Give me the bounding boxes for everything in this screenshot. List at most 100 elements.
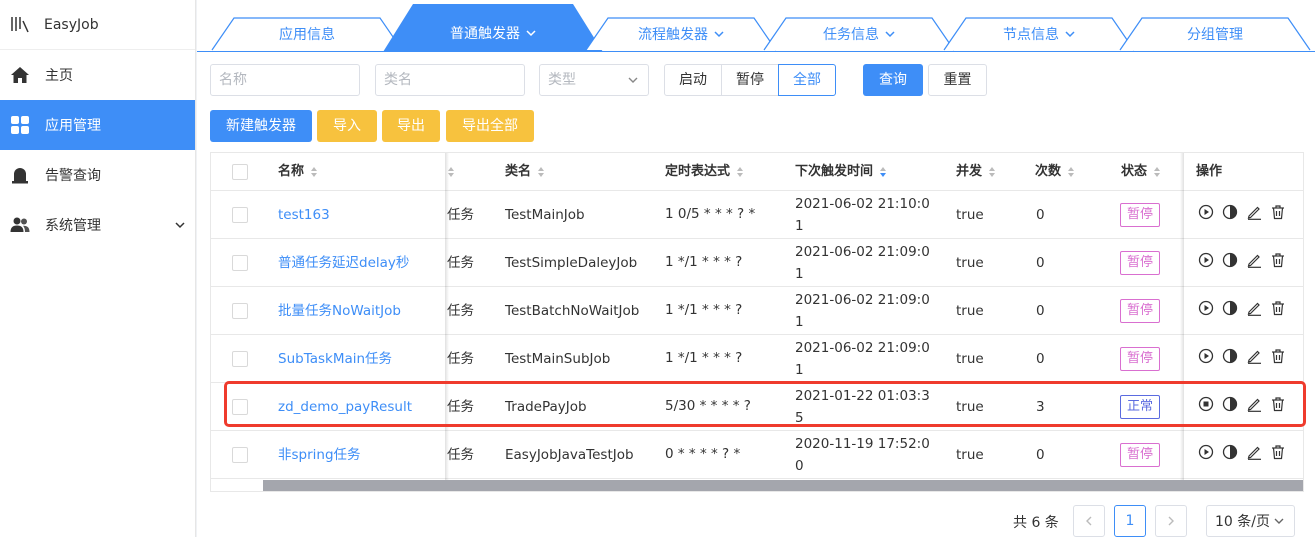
page-1-button[interactable]: 1 [1114, 505, 1146, 537]
tab-normal-trigger[interactable]: 普通触发器 [383, 4, 603, 52]
delete-icon[interactable] [1270, 252, 1286, 275]
status-start-button[interactable]: 启动 [664, 64, 722, 96]
next-trigger-cell: 2021-06-02 21:09:01 [795, 292, 930, 330]
play-icon[interactable] [1198, 300, 1214, 323]
horizontal-scrollbar[interactable] [263, 480, 1303, 491]
cron-cell: 1 */1 * * * ? [665, 350, 743, 366]
trigger-type-cell: 任务 [447, 447, 474, 463]
users-icon [10, 215, 30, 235]
row-checkbox[interactable] [232, 303, 248, 319]
sidebar-item-home[interactable]: 主页 [0, 50, 195, 100]
trigger-type-cell: 任务 [447, 303, 474, 319]
class-filter-input[interactable]: 类名 [375, 64, 525, 96]
row-checkbox[interactable] [232, 207, 248, 223]
tab-flow-trigger[interactable]: 流程触发器 [585, 17, 777, 51]
tab-group-management[interactable]: 分组管理 [1119, 17, 1311, 51]
run-once-icon[interactable] [1222, 348, 1238, 371]
cron-cell: 0 * * * * ? * [665, 446, 741, 462]
import-button[interactable]: 导入 [317, 110, 377, 142]
trigger-name-link[interactable]: test163 [278, 191, 438, 239]
app-title: EasyJob [44, 16, 99, 33]
run-once-icon[interactable] [1222, 204, 1238, 227]
play-icon[interactable] [1198, 204, 1214, 227]
delete-icon[interactable] [1270, 348, 1286, 371]
tab-app-info[interactable]: 应用信息 [211, 17, 403, 51]
chevron-down-icon [885, 29, 895, 39]
sidebar-item-system-management[interactable]: 系统管理 [0, 200, 195, 250]
run-once-icon[interactable] [1222, 300, 1238, 323]
grid-icon [10, 115, 30, 135]
app-logo[interactable]: EasyJob [0, 0, 195, 50]
edit-icon[interactable] [1246, 444, 1262, 467]
play-icon[interactable] [1198, 252, 1214, 275]
type-select[interactable]: 类型 [539, 64, 649, 96]
edit-icon[interactable] [1246, 204, 1262, 227]
row-checkbox[interactable] [232, 255, 248, 271]
page-size-select[interactable]: 10 条/页 [1206, 505, 1295, 537]
status-all-button[interactable]: 全部 [778, 64, 836, 96]
column-header-concurrent[interactable]: 并发 [956, 153, 996, 191]
count-cell: 0 [1036, 351, 1045, 367]
row-checkbox[interactable] [232, 447, 248, 463]
export-button[interactable]: 导出 [382, 110, 440, 142]
chevron-down-icon [526, 28, 536, 38]
tab-bar: 应用信息 普通触发器 流程触发器 任务信息 节点信息 分组管理 [197, 0, 1315, 52]
table-row: 非spring任务 任务 EasyJobJavaTestJob 0 * * * * ?… [211, 431, 1303, 479]
concurrent-cell: true [956, 351, 984, 367]
play-icon[interactable] [1198, 348, 1214, 371]
status-pause-button[interactable]: 暂停 [721, 64, 779, 96]
trigger-name-link[interactable]: 非spring任务 [278, 431, 438, 479]
column-header-count[interactable]: 次数 [1035, 153, 1075, 191]
highlighted-row-outline [224, 381, 1306, 427]
edit-icon[interactable] [1246, 252, 1262, 275]
next-page-button[interactable] [1155, 505, 1187, 537]
table-row: 批量任务NoWaitJob 任务 TestBatchNoWaitJob 1 */1 *… [211, 287, 1303, 335]
tab-task-info[interactable]: 任务信息 [763, 17, 955, 51]
prev-page-button[interactable] [1073, 505, 1105, 537]
chevron-right-icon [1168, 516, 1174, 526]
table-header: 名称 类名 定时表达式 下次触发时间 并发 次数 状态 操作 [211, 153, 1303, 191]
new-trigger-button[interactable]: 新建触发器 [210, 110, 312, 142]
class-name-cell: TestMainSubJob [505, 351, 611, 367]
tab-node-info[interactable]: 节点信息 [943, 17, 1135, 51]
next-trigger-cell: 2020-11-19 17:52:00 [795, 436, 930, 474]
count-cell: 0 [1036, 207, 1045, 223]
column-header-status[interactable]: 状态 [1121, 153, 1161, 191]
column-header-name[interactable]: 名称 [278, 153, 318, 191]
export-all-button[interactable]: 导出全部 [446, 110, 534, 142]
sort-icon [311, 166, 318, 177]
sidebar-item-alarm-query[interactable]: 告警查询 [0, 150, 195, 200]
cron-cell: 1 0/5 * * * ? * [665, 206, 756, 222]
trigger-name-link[interactable]: 普通任务延迟delay秒 [278, 239, 438, 287]
delete-icon[interactable] [1270, 204, 1286, 227]
delete-icon[interactable] [1270, 300, 1286, 323]
column-header-next-trigger[interactable]: 下次触发时间 [795, 153, 887, 191]
count-cell: 0 [1036, 447, 1045, 463]
trigger-name-link[interactable]: 批量任务NoWaitJob [278, 287, 438, 335]
sidebar-item-label: 告警查询 [45, 168, 101, 184]
sort-icon [1154, 166, 1161, 177]
edit-icon[interactable] [1246, 348, 1262, 371]
column-header-class[interactable]: 类名 [505, 153, 545, 191]
query-button[interactable]: 查询 [863, 64, 923, 96]
sort-icon [989, 166, 996, 177]
next-trigger-cell: 2021-06-02 21:09:01 [795, 340, 930, 378]
trigger-name-link[interactable]: SubTaskMain任务 [278, 335, 438, 383]
chevron-down-icon [714, 29, 724, 39]
name-filter-input[interactable]: 名称 [210, 64, 360, 96]
run-once-icon[interactable] [1222, 444, 1238, 467]
pagination-total: 共 6 条 [1013, 515, 1059, 531]
reset-button[interactable]: 重置 [928, 64, 987, 96]
column-header-cron[interactable]: 定时表达式 [665, 153, 744, 191]
play-icon[interactable] [1198, 444, 1214, 467]
delete-icon[interactable] [1270, 444, 1286, 467]
sidebar-item-app-management[interactable]: 应用管理 [0, 100, 195, 150]
row-checkbox[interactable] [232, 351, 248, 367]
count-cell: 0 [1036, 303, 1045, 319]
status-badge: 暂停 [1120, 299, 1161, 323]
run-once-icon[interactable] [1222, 252, 1238, 275]
chevron-down-icon [175, 218, 185, 234]
select-all-checkbox[interactable] [232, 164, 248, 180]
chevron-down-icon [628, 75, 638, 85]
edit-icon[interactable] [1246, 300, 1262, 323]
